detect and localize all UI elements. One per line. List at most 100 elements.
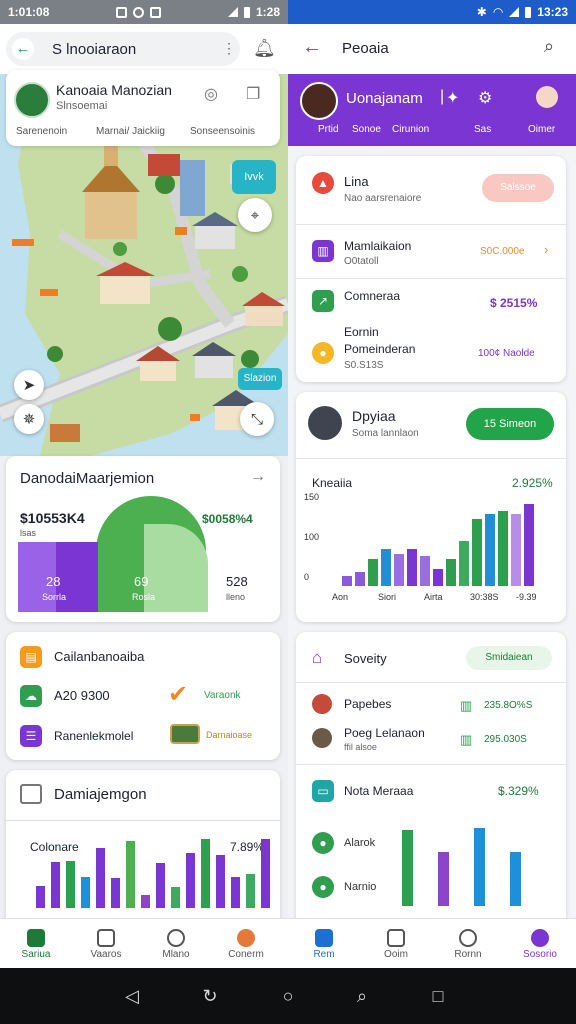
avatar (300, 82, 338, 120)
avatar-icon (237, 929, 255, 947)
refresh-icon[interactable]: ↻ (200, 986, 220, 1006)
chart-bar (446, 559, 456, 586)
x-tick-label: Siori (378, 592, 397, 602)
chart-bar (474, 828, 485, 906)
avatar-small[interactable] (536, 86, 558, 108)
x-tick-label: 30:38S (470, 592, 499, 602)
layers-icon[interactable]: ✵ (14, 404, 44, 434)
notification-icon (116, 6, 128, 18)
items-card[interactable]: ▲ Lina Nao aarsrenaiore Salssoe ▥ Mamlai… (296, 156, 566, 382)
status-time: 13:23 (537, 5, 568, 19)
nav-item-explore[interactable]: Mlano (140, 919, 212, 968)
search-icon[interactable]: ⌕ (544, 36, 554, 57)
x-tick-label: Aon (332, 592, 349, 602)
settings-icon[interactable]: ⚙ (478, 88, 492, 108)
wallet-icon: ▥ (460, 698, 473, 713)
y-tick-label: 0 (304, 572, 310, 582)
battery-icon (243, 6, 250, 18)
chart-bar (231, 877, 240, 908)
map-label-marker[interactable]: Slazion (238, 368, 282, 390)
location-pin-icon[interactable]: ◎ (204, 84, 218, 104)
item-title: Eornin Pomeinderan (344, 325, 416, 356)
profile-tab[interactable]: Sarenenoin (16, 126, 67, 137)
page-title: Peoaia (342, 40, 389, 57)
list-card[interactable]: ▤ Cailanbanoaiba ☁ A20 9300 ✔ Varaonk ☰ … (6, 632, 280, 760)
bar-chart (400, 828, 560, 906)
map-location-icon[interactable]: ⌖ (238, 198, 272, 232)
promo-sub: Soma lannlaon (352, 428, 419, 439)
chart-bar (407, 549, 417, 586)
back-icon[interactable]: ◁ (122, 986, 142, 1006)
banner-tab[interactable]: Sas (474, 124, 491, 135)
banner-tab[interactable]: Cirunion (392, 124, 429, 135)
profile-tab[interactable]: Marnai/ Jaickiig (96, 126, 165, 137)
nav-label: Sariua (21, 949, 51, 960)
divider (6, 820, 280, 821)
row-value: 235.8O%S (484, 700, 533, 711)
nav-label: Conerm (228, 949, 264, 960)
bar-chart: 150 100 0 Aon Siori Airta 30:38S -9.39 (304, 492, 556, 602)
bell-icon[interactable]: 🔔︎ (253, 38, 276, 59)
cloud-icon: ☁ (20, 685, 42, 707)
back-arrow-icon[interactable]: ← (12, 38, 34, 60)
nota-title: Nota Meraaa (344, 784, 414, 798)
dashboard-title: DanodaiMaarjemion (20, 470, 155, 487)
chart-bar (156, 863, 165, 908)
status-time: 1:01:08 (8, 5, 50, 19)
divider (296, 458, 566, 459)
star-icon[interactable]: ✦ (446, 88, 459, 108)
promo-image (308, 406, 342, 440)
nav-label: Mlano (162, 949, 190, 960)
compass-icon[interactable]: ➤ (14, 370, 44, 400)
search-input[interactable]: S lnooiaraon (52, 41, 136, 58)
chart-bar (510, 852, 521, 906)
nav-item-profile[interactable]: Conerm (210, 919, 282, 968)
nav-item-home[interactable]: Sariua (0, 919, 72, 968)
profile-name: Kanoaia Manozian (56, 82, 172, 98)
nav-item-home[interactable]: Rem (288, 919, 360, 968)
divider (296, 764, 566, 765)
row-sub: ffil alsoe (344, 742, 377, 752)
search-icon[interactable]: ⌕ (352, 986, 372, 1006)
chart-bar (81, 877, 90, 908)
nav-label: Ooim (384, 949, 408, 960)
dashboard-card[interactable]: DanodaiMaarjemion → $10553K4 lsas $0058%… (6, 456, 280, 622)
chart-bar (498, 511, 508, 586)
more-vert-icon[interactable]: ⋮ (222, 40, 236, 57)
list-row-label[interactable]: A20 9300 (54, 688, 110, 703)
share-icon[interactable]: ❐ (246, 84, 260, 104)
home-icon (27, 929, 45, 947)
block-value: 28 (46, 574, 61, 589)
divider (296, 278, 566, 279)
chart-bar (459, 541, 469, 586)
nav-item-people[interactable]: Rornn (432, 919, 504, 968)
item-action-button[interactable]: Salssoe (482, 174, 554, 202)
chart-bar (66, 861, 75, 908)
recents-icon[interactable]: □ (428, 986, 448, 1006)
search-bar[interactable]: ← S lnooiaraon ⋮ (6, 32, 240, 66)
home-button-icon[interactable]: ○ (278, 986, 298, 1006)
chevron-right-icon[interactable]: › (544, 242, 548, 257)
banner-tab[interactable]: Prtid (318, 124, 339, 135)
collapse-icon[interactable]: ⤡ (240, 402, 274, 436)
society-pill[interactable]: Smidaiean (466, 646, 552, 670)
bar-chart (32, 836, 270, 908)
coin-icon: ● (312, 342, 334, 364)
promo-button[interactable]: 15 Simeon (466, 408, 554, 440)
avatar (14, 82, 50, 118)
item-sub: S0.S13S (344, 360, 384, 371)
map-label-marker[interactable]: Ivvk (232, 160, 276, 194)
nav-item-photos[interactable]: Vaaros (70, 919, 142, 968)
back-arrow-icon[interactable]: ← (302, 36, 322, 59)
chart-bar (342, 576, 352, 586)
banner-tab[interactable]: Oimer (528, 124, 555, 135)
profile-card[interactable]: Kanoaia Manozian Slnsoemai ◎ ❐ Sarenenoi… (6, 70, 280, 146)
list-row-label[interactable]: Ranenlekmolel (54, 729, 133, 743)
nav-item-stats[interactable]: Ooim (360, 919, 432, 968)
banner-tab[interactable]: Sonoe (352, 124, 381, 135)
arrow-right-icon[interactable]: → (250, 468, 266, 486)
nav-item-profile[interactable]: Sosorio (504, 919, 576, 968)
chart-bar (485, 514, 495, 586)
profile-tab[interactable]: Sonseensoinis (190, 126, 255, 137)
promo-card[interactable]: Dpyiaa Soma lannlaon 15 Simeon Kneaiia 2… (296, 392, 566, 622)
